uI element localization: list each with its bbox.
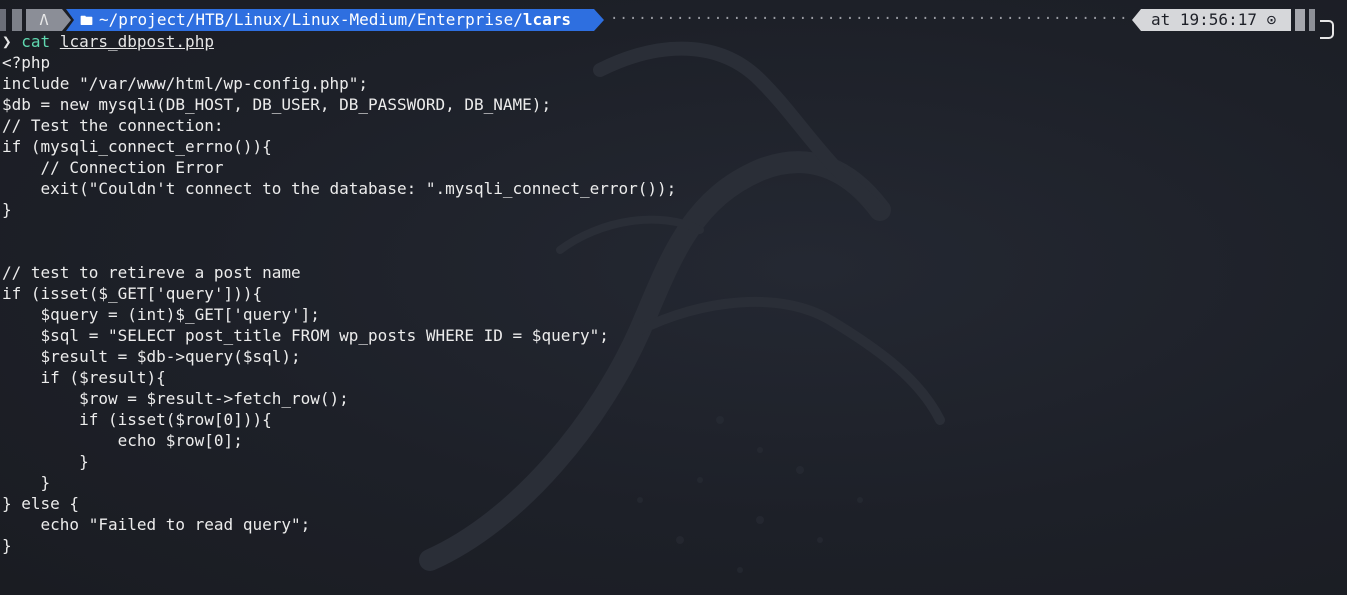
prompt-corner-marker xyxy=(1320,20,1334,39)
prompt-segment-arrow xyxy=(1132,9,1141,31)
output-line: exit("Couldn't connect to the database: … xyxy=(2,179,677,198)
prompt-bar: Λ 🖿 ~/project/HTB/Linux/Linux-Medium/Ente… xyxy=(0,9,1347,31)
output-line: if (isset($row[0])){ xyxy=(2,410,272,429)
time-segment: at 19:56:17 ⊙ xyxy=(1141,9,1291,31)
folder-icon: 🖿 xyxy=(80,14,94,29)
prompt-arrow-icon: ❯ xyxy=(2,32,12,51)
output-line: // Test the connection: xyxy=(2,116,224,135)
prompt-segment-cap-right-2 xyxy=(1309,9,1315,31)
output-line: } xyxy=(2,452,89,471)
output-line: } xyxy=(2,536,12,555)
command-line[interactable]: ❯ cat lcars_dbpost.php xyxy=(2,31,214,52)
command-output: <?php include "/var/www/html/wp-config.ph… xyxy=(2,52,676,556)
output-line: $result = $db->query($sql); xyxy=(2,347,301,366)
output-line: if (mysqli_connect_errno()){ xyxy=(2,137,272,156)
output-line: } xyxy=(2,473,51,492)
output-line: $sql = "SELECT post_title FROM wp_posts … xyxy=(2,326,609,345)
terminal-window[interactable]: Λ 🖿 ~/project/HTB/Linux/Linux-Medium/Ente… xyxy=(0,0,1347,595)
command-name: cat xyxy=(21,32,51,51)
output-line: <?php xyxy=(2,53,51,72)
output-line: if ($result){ xyxy=(2,368,166,387)
output-line: } else { xyxy=(2,494,80,513)
output-line: include "/var/www/html/wp-config.php"; xyxy=(2,74,369,93)
output-line: echo $row[0]; xyxy=(2,431,243,450)
output-line: } xyxy=(2,200,12,219)
prompt-segment-cap-left-2 xyxy=(12,9,22,31)
output-line: // Connection Error xyxy=(2,158,224,177)
output-line: $row = $result->fetch_row(); xyxy=(2,389,349,408)
prompt-segment-arrow xyxy=(594,9,604,31)
output-line: echo "Failed to read query"; xyxy=(2,515,311,534)
output-line: $query = (int)$_GET['query']; xyxy=(2,305,320,324)
path-current-dir: lcars xyxy=(522,10,572,29)
linux-tux-icon: Λ xyxy=(26,9,62,31)
path-prefix: ~/project/HTB/Linux/Linux-Medium/Enterpr… xyxy=(99,10,523,29)
prompt-segment-arrow xyxy=(66,9,74,31)
command-argument[interactable]: lcars_dbpost.php xyxy=(60,32,214,51)
prompt-segment-cap-left xyxy=(0,9,6,31)
current-directory-segment: 🖿 ~/project/HTB/Linux/Linux-Medium/Enterp… xyxy=(74,9,594,31)
output-line: $db = new mysqli(DB_HOST, DB_USER, DB_PA… xyxy=(2,95,552,114)
prompt-filler-dots: ········································… xyxy=(610,11,1130,27)
prompt-segment-cap-right xyxy=(1295,9,1305,31)
output-line: // test to retireve a post name xyxy=(2,263,301,282)
output-line: if (isset($_GET['query'])){ xyxy=(2,284,263,303)
